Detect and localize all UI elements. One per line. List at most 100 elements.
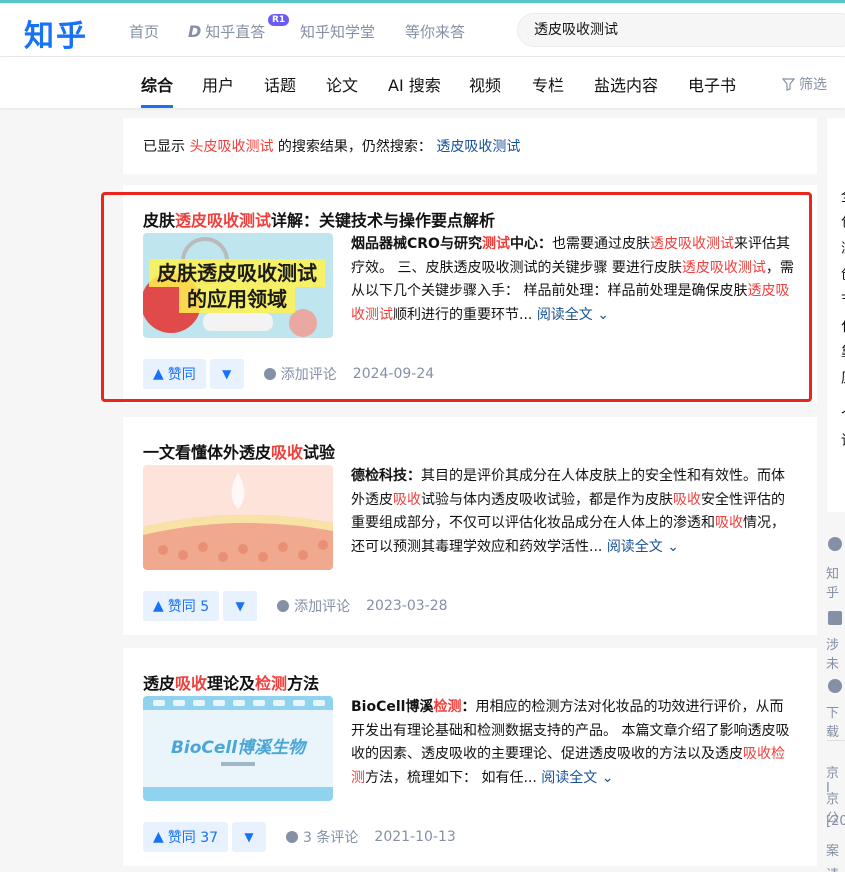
comment-button[interactable]: 添加评论 bbox=[277, 596, 350, 616]
excerpt-highlight: 吸收 bbox=[673, 491, 701, 508]
nav-home[interactable]: 首页 bbox=[129, 21, 159, 42]
excerpt-highlight: 透皮吸收测试 bbox=[649, 236, 734, 252]
sidebar-text: 包 bbox=[841, 212, 845, 232]
result-author[interactable]: 烟品器械CRO与研究测试中心： bbox=[351, 236, 552, 252]
title-text: 理论及 bbox=[207, 674, 256, 693]
upvote-button[interactable]: ▲ 赞同 37 bbox=[143, 822, 229, 852]
title-highlight: 吸收 bbox=[175, 674, 208, 693]
sidebar-text: 节 bbox=[841, 290, 845, 310]
title-highlight: 吸收 bbox=[271, 443, 304, 462]
read-more-link[interactable]: 阅读全文 ⌄ bbox=[541, 770, 613, 786]
title-text: 透皮 bbox=[143, 674, 176, 693]
footer-text[interactable]: 请作 bbox=[826, 864, 845, 872]
result-actions: ▲ 赞同 5 ▼ 添加评论 2023-03-28 bbox=[143, 591, 448, 621]
result-thumbnail[interactable] bbox=[143, 465, 333, 570]
sidebar-text: 创 bbox=[841, 264, 845, 284]
upvote-label: 赞同 5 bbox=[167, 599, 210, 615]
result-title[interactable]: 皮肤透皮吸收测试详解：关键技术与操作要点解析 bbox=[143, 207, 495, 231]
result-actions: ▲ 赞同 37 ▼ 3 条评论 2021-10-13 bbox=[143, 822, 456, 852]
result-excerpt[interactable]: 烟品器械CRO与研究测试中心：也需要通过皮肤透皮吸收测试来评估其疗效。 三、皮肤… bbox=[351, 233, 795, 327]
read-more-label: 阅读全文 bbox=[541, 769, 598, 786]
tab-columns[interactable]: 专栏 bbox=[532, 72, 564, 96]
sidebar-link[interactable]: 下载 bbox=[826, 702, 845, 740]
sidebar-link[interactable]: 涉未 bbox=[826, 634, 845, 672]
thumbnail-caption-line1: 皮肤透皮吸收测试 bbox=[157, 261, 317, 285]
header: 知乎 首页 D 知乎直答 R1 知乎知学堂 等你来答 透皮吸收测试 bbox=[0, 3, 845, 57]
tab-ebooks[interactable]: 电子书 bbox=[688, 72, 736, 96]
result-author[interactable]: 德检科技： bbox=[351, 468, 421, 484]
tab-topics[interactable]: 话题 bbox=[264, 72, 296, 96]
search-input[interactable]: 透皮吸收测试 bbox=[517, 13, 845, 47]
title-text: 试验 bbox=[303, 443, 336, 462]
sidebar-text: 个 bbox=[841, 404, 845, 424]
chevron-down-icon: ⌄ bbox=[667, 538, 679, 555]
tab-videos[interactable]: 视频 bbox=[469, 72, 501, 96]
result-excerpt[interactable]: BioCell博溪检测：用相应的检测方法对化妆品的功效进行评价，从而开发出有理论… bbox=[351, 696, 795, 790]
nav-zhida[interactable]: D 知乎直答 R1 bbox=[188, 14, 290, 42]
excerpt-highlight: 吸收 bbox=[393, 491, 421, 508]
search-tabs: 综合 用户 话题 论文 AI 搜索 视频 专栏 盐选内容 电子书 筛选 bbox=[0, 57, 845, 108]
result-thumbnail[interactable]: 皮肤透皮吸收测试 的应用领域 bbox=[143, 233, 333, 338]
downvote-button[interactable]: ▼ bbox=[232, 822, 267, 852]
tab-all[interactable]: 综合 bbox=[141, 72, 173, 96]
result-date: 2023-03-28 bbox=[366, 598, 448, 614]
thumbnail-image: 皮肤透皮吸收测试 的应用领域 bbox=[143, 233, 333, 338]
upvote-button[interactable]: ▲ 赞同 bbox=[143, 359, 206, 389]
result-date: 2021-10-13 bbox=[374, 829, 456, 845]
zhihu-logo[interactable]: 知乎 bbox=[24, 11, 88, 55]
search-result-card: 一文看懂体外透皮吸收试验 德检科技：其目的是评价其成分在人体皮肤上的安全性和有效… bbox=[123, 417, 817, 635]
author-text: 烟品器械CRO与研究 bbox=[351, 236, 482, 252]
result-date: 2024-09-24 bbox=[352, 366, 435, 382]
read-more-link[interactable]: 阅读全文 ⌄ bbox=[607, 539, 679, 555]
author-highlight: 检测 bbox=[433, 699, 462, 715]
title-highlight: 透皮吸收测试 bbox=[175, 211, 272, 230]
nav-xuetang[interactable]: 知乎知学堂 bbox=[300, 21, 375, 42]
downvote-button[interactable]: ▼ bbox=[223, 591, 258, 621]
thumbnail-image bbox=[143, 465, 333, 570]
excerpt-highlight: 透皮吸收测试 bbox=[681, 259, 766, 276]
result-excerpt[interactable]: 德检科技：其目的是评价其成分在人体皮肤上的安全性和有效性。而体外透皮吸收试验与体… bbox=[351, 465, 795, 559]
upvote-button[interactable]: ▲ 赞同 5 bbox=[143, 591, 220, 621]
footer-text[interactable]: [20 bbox=[826, 814, 845, 829]
title-text: 一文看懂体外透皮 bbox=[143, 443, 272, 462]
nav-zhida-label: 知乎直答 bbox=[205, 23, 266, 41]
search-result-card: 透皮吸收理论及检测方法 BioCell博溪生物 BioCell博溪检测：用相应的… bbox=[123, 648, 817, 866]
result-thumbnail[interactable]: BioCell博溪生物 bbox=[143, 696, 333, 801]
comment-icon bbox=[263, 368, 276, 380]
sidebar-link[interactable]: 知乎 bbox=[826, 563, 845, 601]
tab-salt-content[interactable]: 盐选内容 bbox=[594, 72, 658, 96]
title-highlight: 检测 bbox=[255, 674, 288, 693]
comment-button[interactable]: 添加评论 bbox=[263, 364, 337, 384]
read-more-link[interactable]: 阅读全文 ⌄ bbox=[537, 307, 609, 323]
sidebar-card bbox=[827, 118, 845, 512]
excerpt-text: 试验与体内透皮吸收试验，都是作为皮肤 bbox=[421, 491, 673, 508]
tab-papers[interactable]: 论文 bbox=[326, 72, 358, 96]
nav-waiting-answer[interactable]: 等你来答 bbox=[405, 21, 465, 42]
result-title[interactable]: 透皮吸收理论及检测方法 bbox=[143, 670, 319, 694]
comment-label: 添加评论 bbox=[280, 367, 337, 383]
footer-text[interactable]: 案 bbox=[826, 840, 839, 859]
filter-button[interactable]: 筛选 bbox=[782, 74, 827, 94]
thumbnail-caption-line2: 的应用领域 bbox=[187, 287, 287, 311]
comment-button[interactable]: 3 条评论 bbox=[286, 827, 358, 847]
chevron-down-icon: ⌄ bbox=[597, 306, 609, 323]
shown-query-link[interactable]: 头皮吸收测试 bbox=[189, 139, 273, 155]
title-text: 皮肤 bbox=[143, 211, 176, 230]
excerpt-highlight: 吸收 bbox=[715, 515, 743, 531]
tab-ai-search[interactable]: AI 搜索 bbox=[388, 72, 441, 96]
comment-label: 3 条评论 bbox=[303, 830, 359, 846]
read-more-label: 阅读全文 bbox=[606, 538, 663, 555]
result-author[interactable]: BioCell博溪检测： bbox=[351, 699, 475, 715]
triangle-up-icon: ▲ bbox=[153, 598, 164, 614]
original-query-link[interactable]: 透皮吸收测试 bbox=[436, 139, 520, 155]
sidebar-text: 化 bbox=[841, 316, 845, 336]
author-highlight: 测试 bbox=[481, 236, 510, 252]
active-tab-indicator bbox=[141, 105, 173, 108]
tab-users[interactable]: 用户 bbox=[202, 72, 234, 96]
result-title[interactable]: 一文看懂体外透皮吸收试验 bbox=[143, 439, 335, 463]
sidebar-text: 浏 bbox=[841, 238, 845, 258]
zhida-logo-icon: D bbox=[188, 22, 202, 41]
downvote-button[interactable]: ▼ bbox=[209, 359, 244, 389]
thumbnail-caption: BioCell博溪生物 bbox=[171, 738, 308, 758]
excerpt-text: 方法，梳理如下： 如有任... bbox=[365, 769, 537, 786]
